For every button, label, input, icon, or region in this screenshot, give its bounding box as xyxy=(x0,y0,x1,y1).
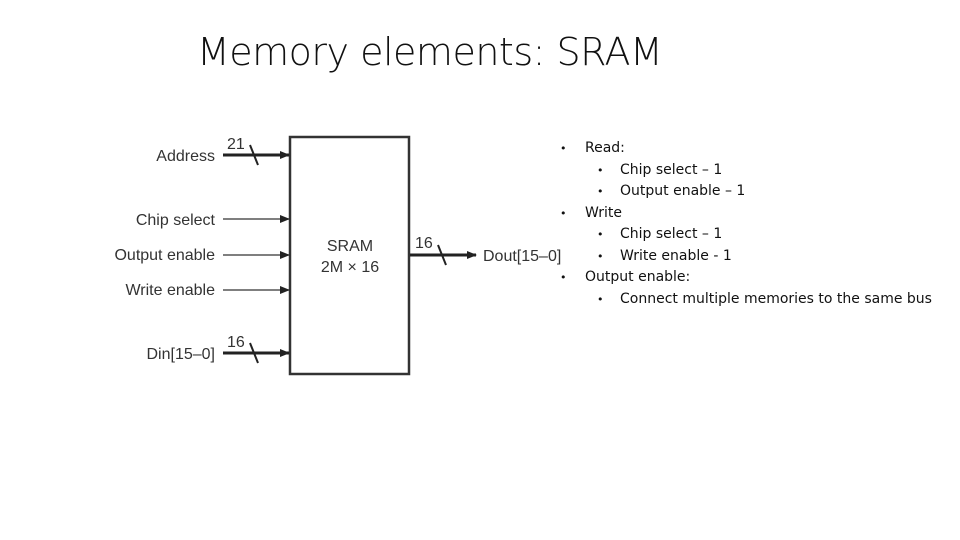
sram-block-size: 2M × 16 xyxy=(321,259,379,276)
bullet-dot: • xyxy=(597,292,604,306)
sram-block xyxy=(288,135,411,376)
bullet-item: • Read: xyxy=(560,138,932,160)
bullet-dot: • xyxy=(560,271,567,284)
input-label-address: Address xyxy=(156,148,215,165)
input-write-enable: Write enable xyxy=(125,282,290,299)
input-label-write-enable: Write enable xyxy=(125,282,215,299)
output-dout: 16 Dout[15–0] xyxy=(410,235,561,266)
bullet-item: • Chip select – 1 xyxy=(560,224,932,246)
input-din: Din[15–0] 16 xyxy=(147,334,290,364)
bullet-item: • Chip select – 1 xyxy=(560,160,932,182)
input-label-din: Din[15–0] xyxy=(147,346,216,363)
bullet-text: Write xyxy=(585,204,622,221)
bullet-dot: • xyxy=(560,142,567,155)
address-bus-width: 21 xyxy=(227,136,245,153)
bullet-text: Write enable - 1 xyxy=(620,247,732,264)
bullet-text: Output enable – 1 xyxy=(620,183,746,199)
bullet-item: • Output enable – 1 xyxy=(560,181,932,203)
din-bus-width: 16 xyxy=(227,334,245,351)
bullet-item: • Write xyxy=(560,203,932,225)
bullet-text: Connect multiple memories to the same bu… xyxy=(620,290,932,307)
bullet-item: • Output enable: xyxy=(560,267,932,289)
input-label-chip-select: Chip select xyxy=(136,212,216,229)
bullet-dot: • xyxy=(597,163,604,177)
bullet-text: Chip select – 1 xyxy=(620,161,723,178)
bullet-dot: • xyxy=(597,185,604,198)
bullet-text: Read: xyxy=(585,140,625,156)
input-output-enable: Output enable xyxy=(114,247,290,264)
input-label-output-enable: Output enable xyxy=(114,247,215,264)
bullet-text: Chip select – 1 xyxy=(620,226,723,242)
bullet-text: Output enable: xyxy=(585,269,691,285)
bullet-item: • Write enable - 1 xyxy=(560,246,932,268)
bullet-list: • Read: • Chip select – 1 • Output enable –… xyxy=(560,138,932,310)
output-label-dout: Dout[15–0] xyxy=(483,248,561,265)
dout-bus-width: 16 xyxy=(415,235,433,252)
bullet-dot: • xyxy=(597,228,604,241)
input-address: Address 21 xyxy=(156,136,290,166)
bullet-item: • Connect multiple memories to the same b… xyxy=(560,289,932,311)
bullet-dot: • xyxy=(560,206,567,220)
sram-block-name: SRAM xyxy=(327,238,373,255)
bullet-dot: • xyxy=(597,249,604,263)
input-chip-select: Chip select xyxy=(136,212,290,229)
